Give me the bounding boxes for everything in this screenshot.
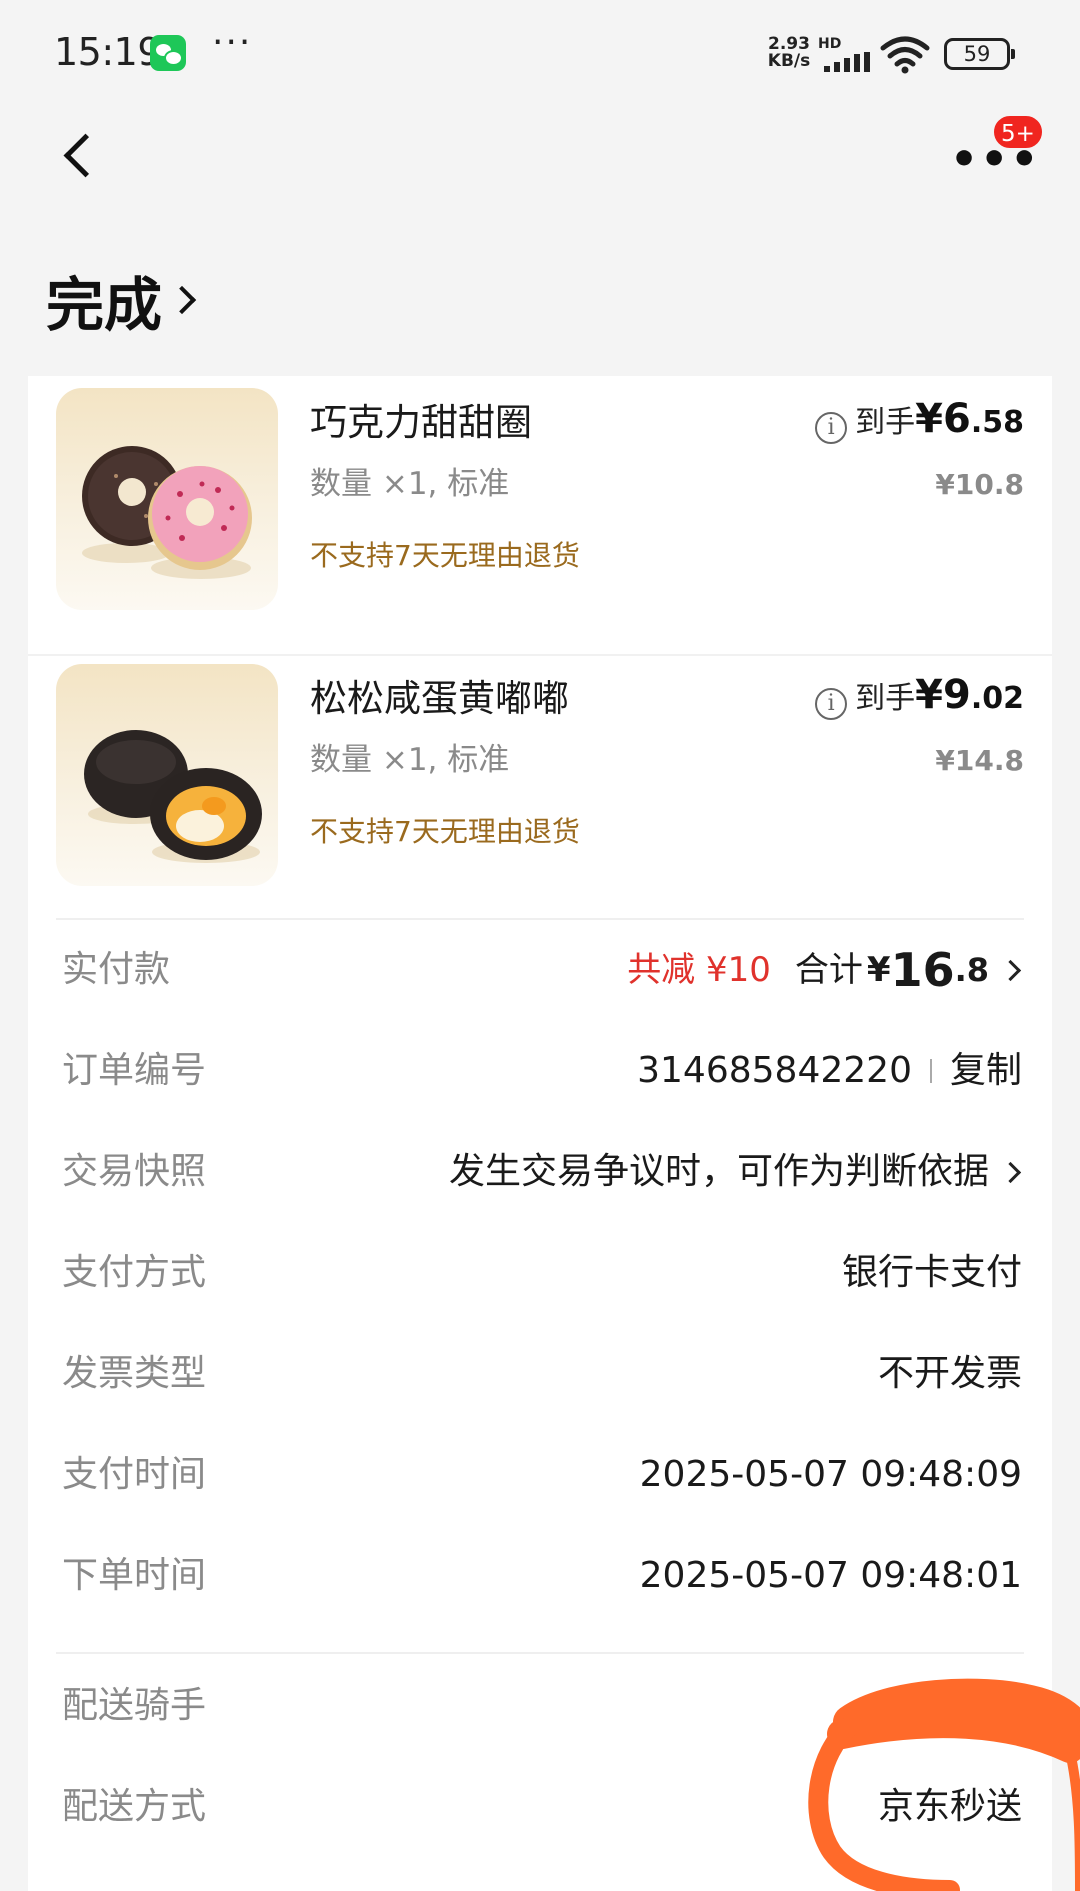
order-status-text: 完成 bbox=[46, 271, 163, 339]
price-decimal: .58 bbox=[970, 405, 1024, 440]
network-type: HD bbox=[818, 36, 842, 52]
order-time-row: 下单时间 2025-05-07 09:48:01 bbox=[28, 1546, 1052, 1606]
product-item[interactable]: 巧克力甜甜圈 数量 ×1, 标准 不支持7天无理由退货 i 到手 ¥6 .58 … bbox=[28, 388, 1052, 663]
total-decimal: .8 bbox=[954, 951, 989, 989]
trade-snapshot-label: 交易快照 bbox=[62, 1151, 207, 1192]
order-number-row: 订单编号 314685842220 复制 bbox=[28, 1041, 1052, 1101]
price-decimal: .02 bbox=[970, 681, 1024, 716]
invoice-type-value: 不开发票 bbox=[877, 1353, 1022, 1394]
signal-icon bbox=[824, 52, 870, 72]
payment-time-label: 支付时间 bbox=[62, 1454, 207, 1495]
product-spec: 数量 ×1, 标准 bbox=[310, 742, 510, 778]
order-status-title[interactable]: 完成 bbox=[46, 258, 197, 342]
total-label: 合计 bbox=[794, 950, 863, 990]
trade-snapshot-row[interactable]: 交易快照 发生交易争议时，可作为判断依据 bbox=[28, 1142, 1052, 1202]
product-image-mochi[interactable] bbox=[56, 664, 278, 886]
product-spec: 数量 ×1, 标准 bbox=[310, 466, 510, 502]
price-integer: ¥6 bbox=[915, 396, 971, 442]
discount-amount: 共减 ¥10 bbox=[627, 950, 771, 990]
order-time-label: 下单时间 bbox=[62, 1555, 207, 1596]
total-currency: ¥ bbox=[866, 950, 891, 990]
original-price: ¥14.8 bbox=[935, 744, 1024, 777]
status-time: 15:19 bbox=[54, 30, 162, 74]
status-bar: 15:19 ··· 2.93 KB/s HD 59 bbox=[0, 0, 1080, 106]
network-speed: 2.93 KB/s bbox=[767, 34, 811, 71]
order-time-value: 2025-05-07 09:48:01 bbox=[639, 1555, 1022, 1596]
trade-snapshot-text: 发生交易争议时，可作为判断依据 bbox=[448, 1151, 989, 1192]
invoice-type-row: 发票类型 不开发票 bbox=[28, 1344, 1052, 1404]
chevron-right-icon bbox=[999, 959, 1022, 981]
redaction-scribble bbox=[808, 1678, 1080, 1891]
battery-icon: 59 bbox=[944, 38, 1015, 70]
payment-label: 实付款 bbox=[62, 949, 171, 990]
price-label: 到手 bbox=[855, 681, 916, 716]
divider bbox=[56, 1652, 1024, 1654]
notification-badge: 5+ bbox=[992, 114, 1044, 150]
payment-total-row[interactable]: 实付款 共减 ¥10 合计 ¥ 16 .8 bbox=[28, 940, 1052, 1000]
divider bbox=[929, 1059, 932, 1083]
copy-button[interactable]: 复制 bbox=[950, 1041, 1022, 1101]
chevron-right-icon bbox=[167, 285, 197, 315]
delivery-method-label: 配送方式 bbox=[62, 1786, 207, 1827]
wifi-icon bbox=[880, 36, 930, 74]
payment-method-row: 支付方式 银行卡支付 bbox=[28, 1243, 1052, 1303]
divider bbox=[28, 654, 1052, 656]
final-price: i 到手 ¥9 .02 bbox=[815, 672, 1024, 720]
price-label: 到手 bbox=[855, 405, 916, 440]
total-integer: 16 bbox=[890, 943, 955, 997]
final-price: i 到手 ¥6 .58 bbox=[815, 396, 1024, 444]
price-integer: ¥9 bbox=[915, 672, 971, 718]
order-number: 314685842220 bbox=[637, 1050, 912, 1091]
product-name: 松松咸蛋黄嘟嘟 bbox=[310, 677, 569, 720]
payment-time-value: 2025-05-07 09:48:09 bbox=[639, 1454, 1022, 1495]
payment-value: 共减 ¥10 合计 ¥ 16 .8 bbox=[627, 940, 1022, 1000]
invoice-type-label: 发票类型 bbox=[62, 1353, 207, 1394]
payment-method-value: 银行卡支付 bbox=[841, 1252, 1022, 1293]
more-dots-icon: ··· bbox=[212, 22, 253, 63]
info-icon[interactable]: i bbox=[815, 412, 848, 444]
back-arrow-icon[interactable] bbox=[56, 120, 108, 192]
info-icon[interactable]: i bbox=[815, 688, 848, 720]
product-image-donut[interactable] bbox=[56, 388, 278, 610]
wechat-icon bbox=[150, 35, 186, 71]
return-policy-note: 不支持7天无理由退货 bbox=[310, 539, 580, 572]
product-item[interactable]: 松松咸蛋黄嘟嘟 数量 ×1, 标准 不支持7天无理由退货 i 到手 ¥9 .02… bbox=[28, 664, 1052, 939]
delivery-rider-label: 配送骑手 bbox=[62, 1685, 207, 1726]
chevron-right-icon bbox=[999, 1161, 1022, 1183]
order-number-label: 订单编号 bbox=[62, 1050, 207, 1091]
order-number-value: 314685842220 复制 bbox=[637, 1041, 1022, 1101]
divider bbox=[56, 918, 1024, 920]
return-policy-note: 不支持7天无理由退货 bbox=[310, 815, 580, 848]
order-card: 巧克力甜甜圈 数量 ×1, 标准 不支持7天无理由退货 i 到手 ¥6 .58 … bbox=[28, 376, 1052, 1891]
product-name: 巧克力甜甜圈 bbox=[310, 401, 532, 444]
original-price: ¥10.8 bbox=[935, 468, 1024, 501]
payment-method-label: 支付方式 bbox=[62, 1252, 207, 1293]
trade-snapshot-value: 发生交易争议时，可作为判断依据 bbox=[449, 1142, 1022, 1202]
payment-time-row: 支付时间 2025-05-07 09:48:09 bbox=[28, 1445, 1052, 1505]
